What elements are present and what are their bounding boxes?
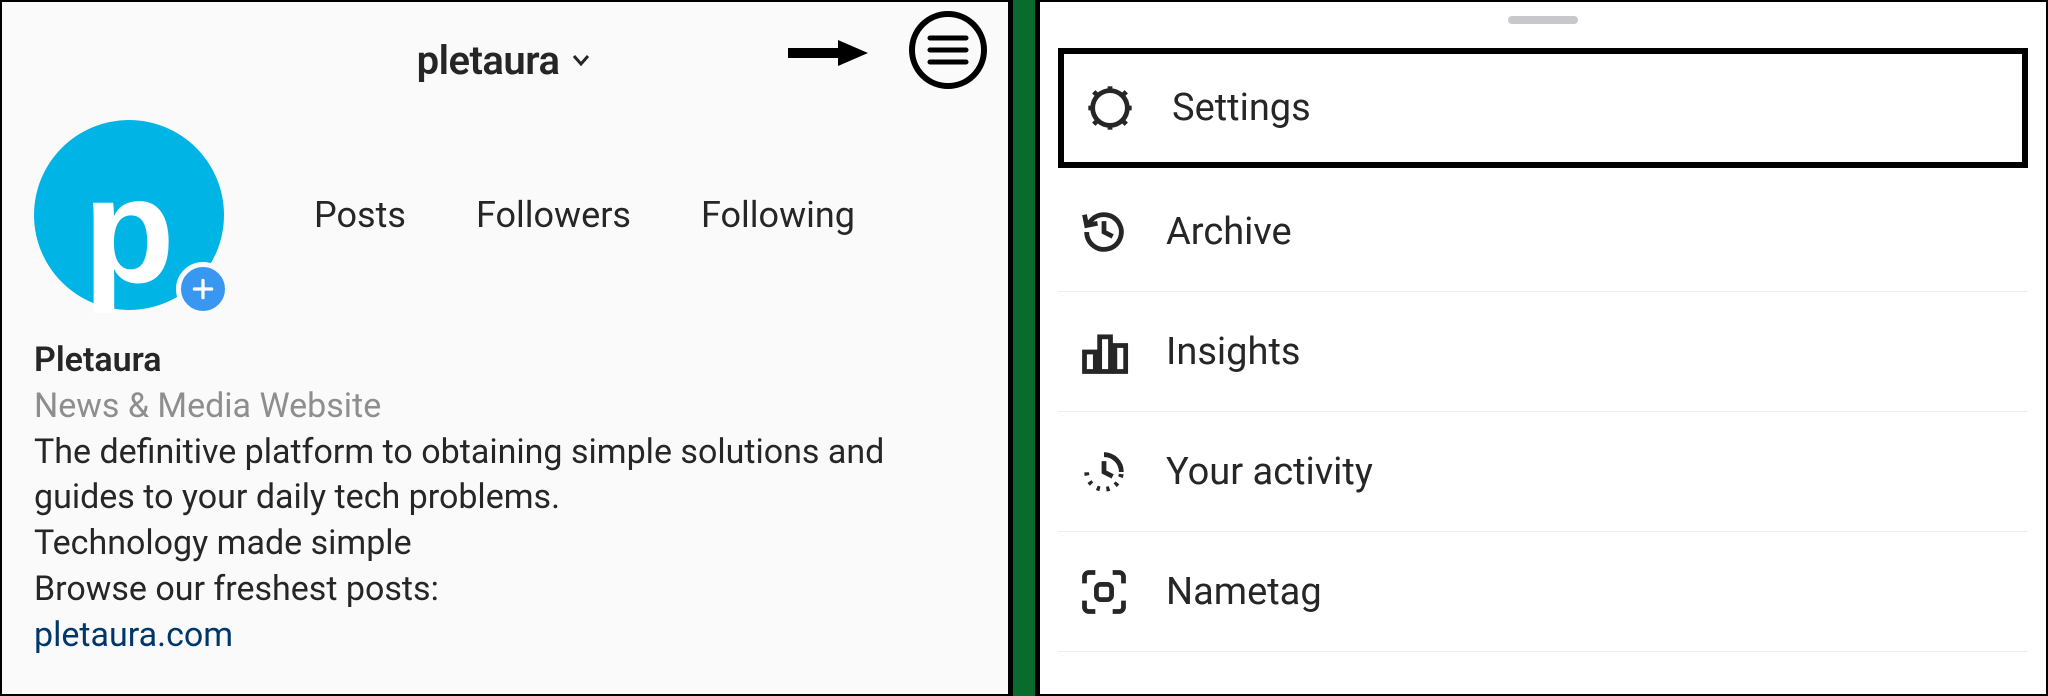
bio-line-2: Technology made simple [34, 521, 976, 565]
menu-label: Your activity [1166, 450, 1373, 494]
profile-panel: pletaura p Posts Followers [0, 0, 1010, 696]
menu-list: Settings Archive Insights [1040, 48, 2046, 652]
menu-label: Insights [1166, 330, 1300, 374]
gear-icon [1084, 82, 1136, 134]
menu-label: Settings [1172, 86, 1311, 130]
category-label: News & Media Website [34, 384, 976, 428]
menu-item-insights[interactable]: Insights [1058, 292, 2028, 412]
menu-item-settings[interactable]: Settings [1058, 48, 2028, 168]
drag-handle[interactable] [1508, 16, 1578, 24]
bio-link[interactable]: pletaura.com [34, 613, 976, 657]
username-label[interactable]: pletaura [417, 37, 560, 84]
arrow-callout-icon [788, 38, 868, 68]
posts-stat[interactable]: Posts [314, 194, 406, 236]
history-icon [1078, 206, 1130, 258]
bio-block: Pletaura News & Media Website The defini… [34, 338, 976, 657]
activity-icon [1078, 446, 1130, 498]
bars-icon [1078, 326, 1130, 378]
following-stat[interactable]: Following [701, 194, 855, 236]
profile-row: p Posts Followers Following [34, 120, 976, 310]
avatar[interactable]: p [34, 120, 224, 310]
stats-row: Posts Followers Following [314, 194, 855, 236]
bio-line-1: The definitive platform to obtaining sim… [34, 430, 976, 518]
bio-line-3: Browse our freshest posts: [34, 567, 976, 611]
scan-icon [1078, 566, 1130, 618]
followers-stat[interactable]: Followers [476, 194, 631, 236]
panel-divider [1010, 0, 1038, 696]
menu-label: Archive [1166, 210, 1292, 254]
menu-item-nametag[interactable]: Nametag [1058, 532, 2028, 652]
menu-item-activity[interactable]: Your activity [1058, 412, 2028, 532]
chevron-down-icon[interactable] [569, 48, 593, 72]
menu-button[interactable] [908, 10, 988, 90]
menu-panel: Settings Archive Insights [1038, 0, 2048, 696]
menu-item-archive[interactable]: Archive [1058, 172, 2028, 292]
menu-label: Nametag [1166, 570, 1322, 614]
add-story-badge[interactable] [176, 262, 230, 316]
display-name: Pletaura [34, 338, 976, 382]
avatar-letter: p [83, 155, 175, 305]
